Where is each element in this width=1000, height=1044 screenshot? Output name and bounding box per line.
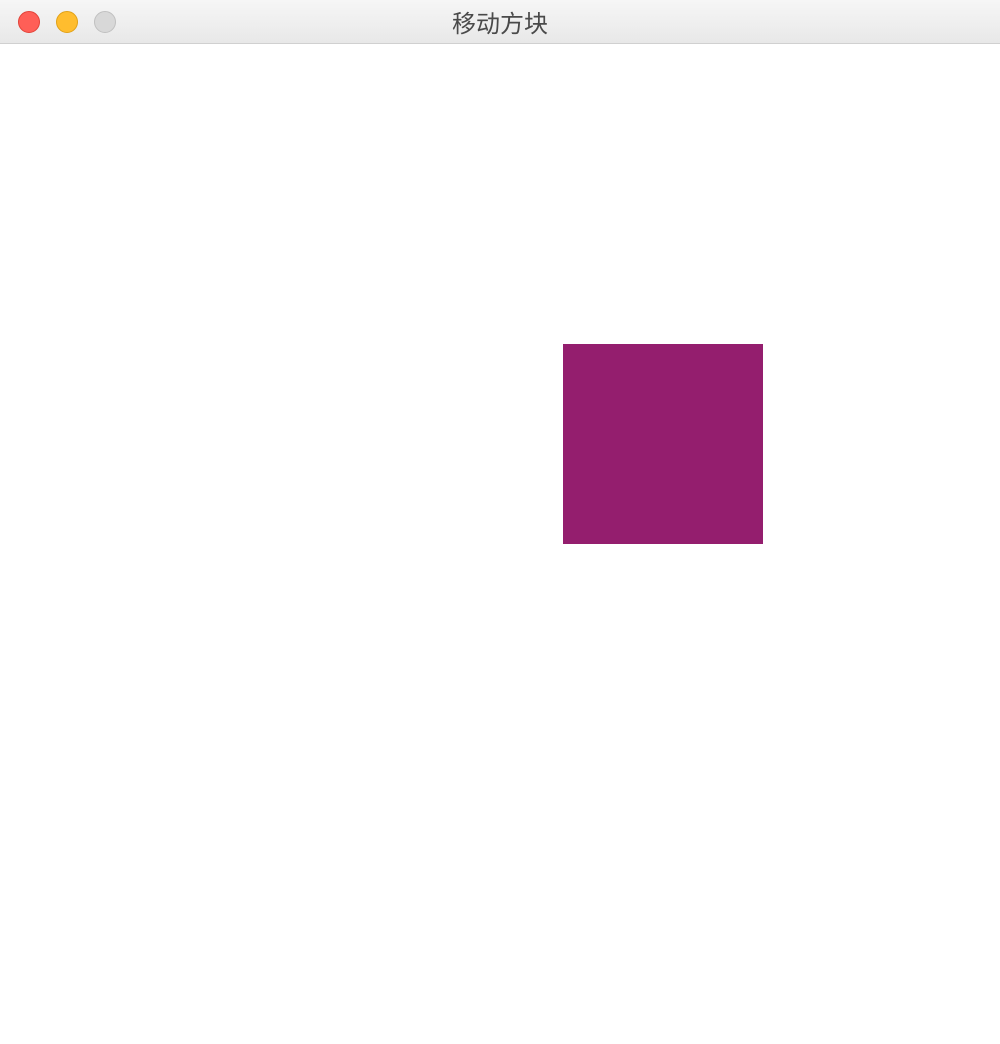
maximize-button[interactable] bbox=[94, 11, 116, 33]
traffic-lights bbox=[0, 11, 116, 33]
close-button[interactable] bbox=[18, 11, 40, 33]
movable-block[interactable] bbox=[563, 344, 763, 544]
content-area bbox=[0, 44, 1000, 1044]
minimize-button[interactable] bbox=[56, 11, 78, 33]
app-window: 移动方块 bbox=[0, 0, 1000, 1044]
titlebar[interactable]: 移动方块 bbox=[0, 0, 1000, 44]
window-title: 移动方块 bbox=[452, 4, 548, 39]
